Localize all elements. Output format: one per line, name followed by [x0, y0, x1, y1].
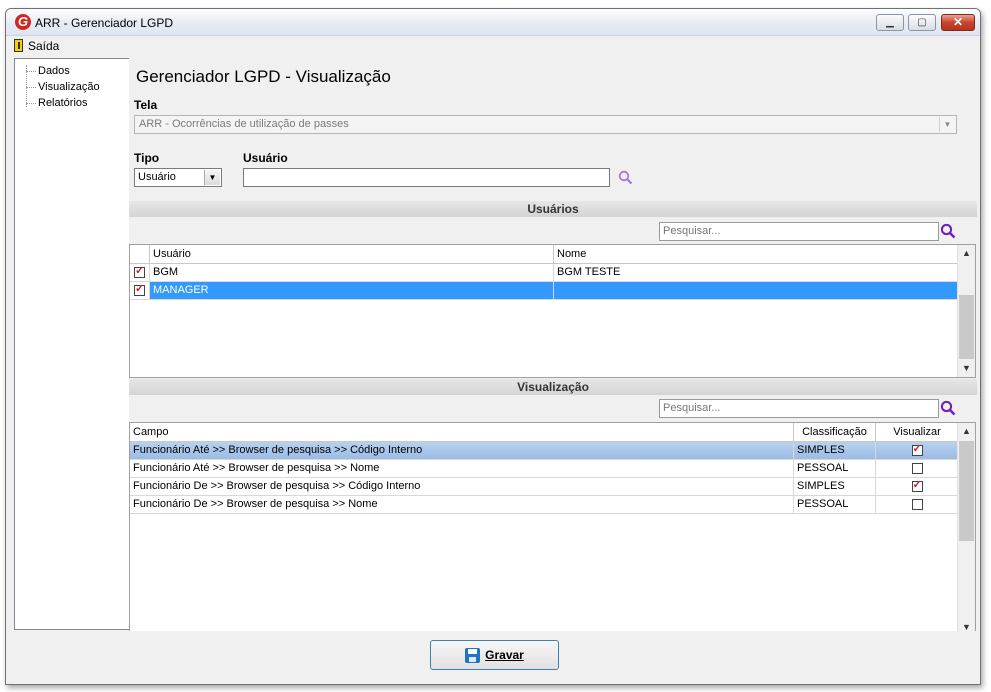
users-grid: Usuário Nome BGM BGM TESTE MANAGER ▲ ▼ [129, 244, 976, 378]
table-row[interactable]: Funcionário Até >> Browser de pesquisa >… [130, 460, 959, 478]
maximize-button[interactable]: ▢ [908, 14, 936, 31]
scroll-down-arrow-icon[interactable]: ▼ [958, 360, 975, 377]
scroll-thumb[interactable] [959, 441, 974, 541]
menu-bar: Saída [6, 36, 980, 55]
tipo-label: Tipo [134, 151, 160, 165]
exit-menu-item[interactable]: Saída [14, 38, 59, 53]
tree-connector [26, 103, 36, 104]
scroll-up-arrow-icon[interactable]: ▲ [958, 423, 975, 440]
tipo-select[interactable]: Usuário ▼ [134, 168, 222, 187]
save-button-label: Gravar [485, 648, 524, 662]
scroll-up-arrow-icon[interactable]: ▲ [958, 245, 975, 262]
tela-value: ARR - Ocorrências de utilização de passe… [139, 118, 349, 130]
row-checkbox-cell[interactable] [130, 282, 150, 299]
visualizar-cell[interactable] [876, 442, 959, 459]
usuario-cell: MANAGER [150, 282, 554, 299]
column-header-campo[interactable]: Campo [130, 423, 794, 441]
search-icon[interactable] [940, 223, 956, 239]
column-header-nome[interactable]: Nome [554, 245, 959, 263]
visualizar-cell[interactable] [876, 496, 959, 513]
title-bar[interactable]: G ARR - Gerenciador LGPD ▁ ▢ ✕ [6, 9, 980, 36]
checkbox-checked[interactable] [134, 283, 145, 296]
tree-item-visualizacao[interactable]: Visualização [38, 80, 100, 94]
tree-item-dados[interactable]: Dados [38, 64, 70, 78]
visualizar-cell[interactable] [876, 460, 959, 477]
tipo-value: Usuário [138, 171, 176, 183]
checkbox-unchecked[interactable] [911, 462, 923, 474]
nome-cell: BGM TESTE [554, 264, 959, 281]
table-row[interactable]: Funcionário De >> Browser de pesquisa >>… [130, 478, 959, 496]
column-header-visualizar[interactable]: Visualizar [876, 423, 959, 441]
users-grid-header: Usuário Nome [130, 245, 959, 264]
save-button[interactable]: Gravar [430, 640, 559, 670]
close-button[interactable]: ✕ [941, 14, 975, 31]
chevron-down-icon[interactable]: ▼ [204, 170, 220, 185]
users-vertical-scrollbar[interactable]: ▲ ▼ [957, 245, 975, 377]
checkbox-checked[interactable] [911, 479, 923, 492]
campo-cell: Funcionário Até >> Browser de pesquisa >… [130, 442, 794, 459]
main-window: G ARR - Gerenciador LGPD ▁ ▢ ✕ Saída Dad… [5, 8, 981, 685]
users-section-header: Usuários [129, 201, 977, 217]
tree-item-relatorios[interactable]: Relatórios [38, 96, 88, 110]
campo-cell: Funcionário Até >> Browser de pesquisa >… [130, 460, 794, 477]
checkbox-checked[interactable] [134, 265, 145, 278]
app-logo-icon: G [15, 14, 31, 30]
tela-select[interactable]: ARR - Ocorrências de utilização de passe… [134, 115, 957, 134]
tree-connector [26, 71, 36, 72]
row-checkbox-cell[interactable] [130, 264, 150, 281]
nome-cell [554, 282, 959, 299]
table-row-selected[interactable]: MANAGER [130, 282, 959, 300]
table-row-highlighted[interactable]: Funcionário Até >> Browser de pesquisa >… [130, 442, 959, 460]
tela-label: Tela [134, 98, 158, 112]
table-row[interactable]: BGM BGM TESTE [130, 264, 959, 282]
content-panel: Gerenciador LGPD - Visualização Tela ARR… [129, 58, 977, 637]
classificacao-cell: SIMPLES [794, 442, 876, 459]
users-search-input[interactable]: Pesquisar... [659, 222, 939, 241]
classificacao-cell: SIMPLES [794, 478, 876, 495]
classificacao-cell: PESSOAL [794, 496, 876, 513]
column-header-classificacao[interactable]: Classificação [794, 423, 876, 441]
exit-label: Saída [28, 38, 60, 53]
usuario-label: Usuário [243, 151, 288, 165]
usuario-cell: BGM [150, 264, 554, 281]
search-icon[interactable] [618, 170, 633, 185]
footer-bar: Gravar [6, 631, 980, 684]
checkbox-unchecked[interactable] [911, 498, 923, 510]
view-search-input[interactable]: Pesquisar... [659, 399, 939, 418]
classificacao-cell: PESSOAL [794, 460, 876, 477]
view-grid: Campo Classificação Visualizar Funcionár… [129, 422, 976, 637]
page-title: Gerenciador LGPD - Visualização [136, 67, 391, 86]
minimize-button[interactable]: ▁ [876, 14, 904, 31]
scroll-thumb[interactable] [959, 295, 974, 359]
column-header-check [130, 245, 150, 263]
visualizar-cell[interactable] [876, 478, 959, 495]
view-grid-header: Campo Classificação Visualizar [130, 423, 959, 442]
navigation-tree: Dados Visualização Relatórios [14, 58, 131, 630]
floppy-disk-icon [465, 647, 481, 663]
table-row[interactable]: Funcionário De >> Browser de pesquisa >>… [130, 496, 959, 514]
chevron-down-icon[interactable]: ▼ [939, 117, 955, 132]
usuario-input[interactable] [243, 168, 610, 187]
exit-door-icon [14, 39, 23, 52]
checkbox-checked[interactable] [911, 443, 923, 456]
campo-cell: Funcionário De >> Browser de pesquisa >>… [130, 478, 794, 495]
campo-cell: Funcionário De >> Browser de pesquisa >>… [130, 496, 794, 513]
tree-connector [26, 87, 36, 88]
search-icon[interactable] [940, 400, 956, 416]
window-title: ARR - Gerenciador LGPD [35, 16, 174, 30]
view-section-header: Visualização [129, 379, 977, 395]
view-vertical-scrollbar[interactable]: ▲ ▼ [957, 423, 975, 636]
column-header-usuario[interactable]: Usuário [150, 245, 554, 263]
